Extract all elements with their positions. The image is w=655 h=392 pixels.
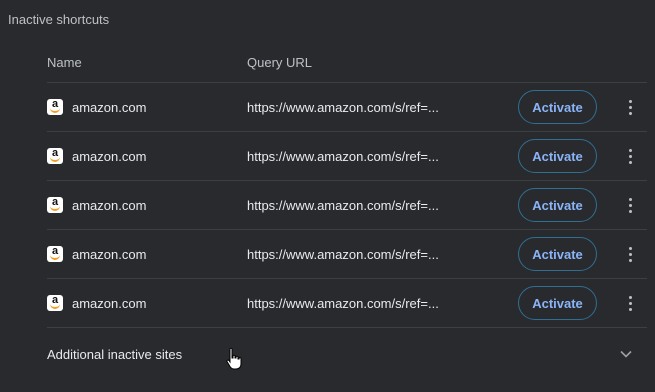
activate-button[interactable]: Activate — [518, 188, 597, 222]
amazon-favicon-icon: a — [47, 294, 63, 311]
activate-button[interactable]: Activate — [518, 286, 597, 320]
more-actions-icon[interactable] — [618, 193, 642, 217]
table-row: a amazon.com https://www.amazon.com/s/re… — [47, 181, 647, 230]
section-title: Inactive shortcuts — [8, 12, 110, 27]
inactive-shortcuts-table: Name Query URL a amazon.com https://www.… — [47, 43, 647, 380]
shortcut-url: https://www.amazon.com/s/ref=... — [247, 295, 439, 311]
header-name: Name — [47, 55, 82, 70]
additional-inactive-sites-toggle[interactable]: Additional inactive sites — [47, 328, 647, 380]
shortcut-url: https://www.amazon.com/s/ref=... — [247, 197, 439, 213]
table-row: a amazon.com https://www.amazon.com/s/re… — [47, 279, 647, 328]
table-row: a amazon.com https://www.amazon.com/s/re… — [47, 83, 647, 132]
activate-button[interactable]: Activate — [518, 139, 597, 173]
shortcut-url: https://www.amazon.com/s/ref=... — [247, 246, 439, 262]
table-row: a amazon.com https://www.amazon.com/s/re… — [47, 132, 647, 181]
shortcut-url: https://www.amazon.com/s/ref=... — [247, 148, 439, 164]
more-actions-icon[interactable] — [618, 291, 642, 315]
amazon-favicon-icon: a — [47, 147, 63, 164]
more-actions-icon[interactable] — [618, 95, 642, 119]
table-row: a amazon.com https://www.amazon.com/s/re… — [47, 230, 647, 279]
amazon-favicon-icon: a — [47, 245, 63, 262]
activate-button[interactable]: Activate — [518, 90, 597, 124]
more-actions-icon[interactable] — [618, 144, 642, 168]
header-query-url: Query URL — [247, 55, 313, 70]
shortcut-url: https://www.amazon.com/s/ref=... — [247, 99, 439, 115]
shortcut-name: amazon.com — [72, 197, 147, 213]
activate-button[interactable]: Activate — [518, 237, 597, 271]
amazon-favicon-icon: a — [47, 98, 63, 115]
chevron-down-icon[interactable] — [614, 342, 638, 366]
additional-inactive-sites-label: Additional inactive sites — [47, 346, 183, 362]
amazon-favicon-icon: a — [47, 196, 63, 213]
shortcut-name: amazon.com — [72, 99, 147, 115]
shortcut-name: amazon.com — [72, 148, 147, 164]
mouse-pointer-icon — [225, 347, 243, 376]
shortcut-name: amazon.com — [72, 295, 147, 311]
shortcut-name: amazon.com — [72, 246, 147, 262]
more-actions-icon[interactable] — [618, 242, 642, 266]
table-header: Name Query URL — [47, 43, 647, 83]
